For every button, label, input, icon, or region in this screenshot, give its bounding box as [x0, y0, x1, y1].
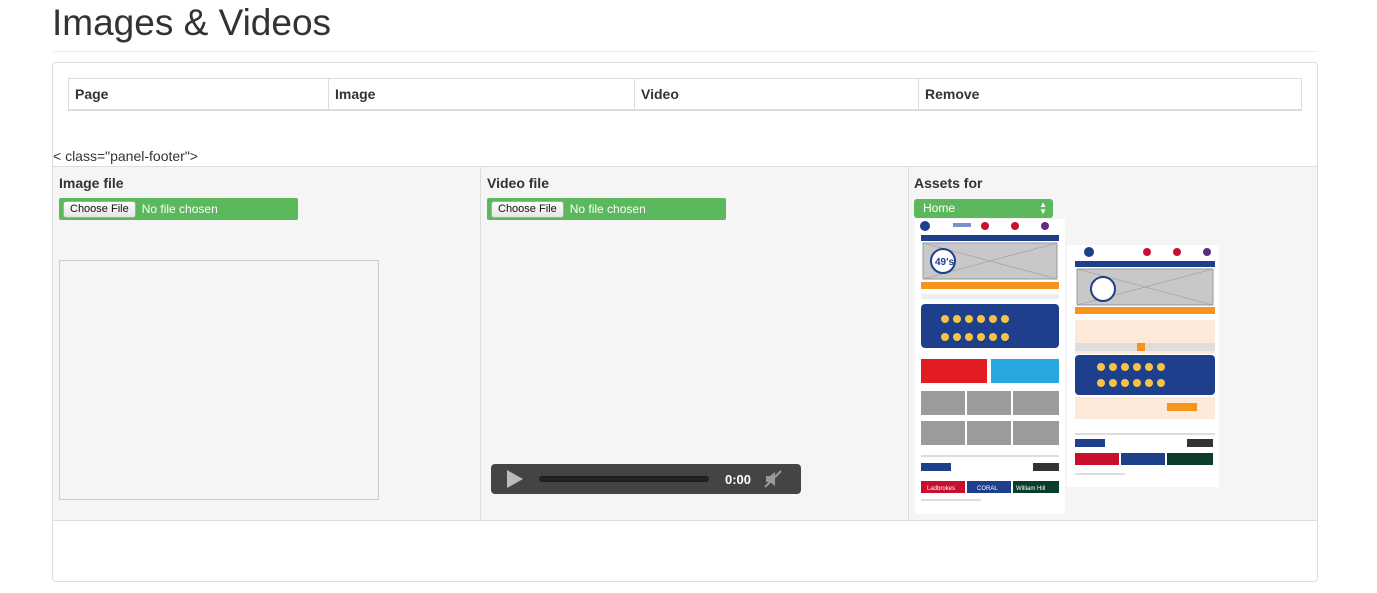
image-column: Image file Choose File No file chosen: [53, 167, 481, 520]
partner-logo-2: CORAL: [977, 486, 998, 492]
video-time: 0:00: [725, 471, 752, 487]
image-preview-canvas: [59, 260, 379, 500]
video-choose-file-button[interactable]: Choose File: [491, 200, 564, 218]
image-file-label: Image file: [59, 175, 124, 191]
image-file-status: No file chosen: [141, 202, 218, 216]
column-header-image: Image: [328, 78, 635, 111]
video-file-input[interactable]: Choose File No file chosen: [487, 198, 726, 220]
video-column: Video file Choose File No file chosen 0:…: [481, 167, 909, 520]
partner-logo-3: William Hill: [1016, 486, 1045, 492]
results-page-thumbnail[interactable]: [1067, 245, 1219, 487]
assets-panel: Page Image Video Remove < class="panel-f…: [52, 62, 1318, 582]
video-player: 0:00: [491, 464, 801, 494]
video-file-status: No file chosen: [569, 202, 646, 216]
assets-column: Assets for Home ▲ ▼ 49's Ladbrokes CORAL…: [909, 167, 1317, 520]
assets-table: Page Image Video Remove: [68, 78, 1302, 111]
assets-for-label: Assets for: [914, 175, 983, 191]
image-file-input[interactable]: Choose File No file chosen: [59, 198, 298, 220]
image-choose-file-button[interactable]: Choose File: [63, 200, 136, 218]
video-scrubber[interactable]: [539, 476, 709, 482]
assets-selected-page: Home: [923, 201, 956, 215]
column-header-page: Page: [68, 78, 329, 111]
assets-page-select[interactable]: Home ▲ ▼: [914, 199, 1053, 218]
title-divider: [52, 51, 1318, 52]
page-title: Images & Videos: [52, 2, 332, 43]
stray-markup-text: < class="panel-footer">: [53, 148, 198, 164]
table-header-row: Page Image Video Remove: [68, 78, 1302, 111]
home-page-thumbnail[interactable]: 49's Ladbrokes CORAL William Hill: [915, 219, 1065, 514]
panel-footer: Image file Choose File No file chosen Vi…: [53, 166, 1317, 521]
column-header-remove: Remove: [918, 78, 1302, 111]
brand-logo-text: 49's: [935, 257, 955, 268]
video-file-label: Video file: [487, 175, 549, 191]
select-arrows-icon: ▲ ▼: [1039, 200, 1047, 216]
play-icon[interactable]: [507, 470, 523, 488]
partner-logo-1: Ladbrokes: [927, 486, 955, 492]
volume-muted-icon[interactable]: [763, 469, 783, 489]
column-header-video: Video: [634, 78, 919, 111]
